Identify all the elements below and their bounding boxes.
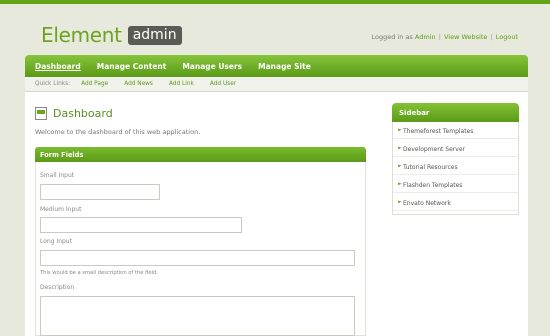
quick-links-bar: Quick Links: Add Page Add News Add Link … [25, 77, 528, 92]
long-input[interactable] [40, 250, 355, 266]
nav-manage-site[interactable]: Manage Site [258, 62, 311, 71]
quick-link-add-link[interactable]: Add Link [169, 81, 194, 87]
arrow-right-icon: ► [398, 145, 402, 151]
quick-link-add-news[interactable]: Add News [124, 81, 153, 87]
sidebar-panel: ► Themeforest Templates ► Development Se… [392, 122, 519, 215]
sidebar-item-tutorial-resources[interactable]: ► Tutorial Resources [393, 158, 518, 175]
sidebar-title: Sidebar [392, 103, 519, 122]
small-input[interactable] [40, 184, 160, 200]
sidebar-item-envato-network[interactable]: ► Envato Network [393, 194, 518, 211]
document-icon [35, 107, 47, 120]
sidebar-item-label: Development Server [403, 146, 465, 153]
nav-manage-content[interactable]: Manage Content [97, 62, 167, 71]
arrow-right-icon: ► [398, 199, 402, 205]
header: Element admin Logged in as Admin | View … [0, 4, 550, 54]
quick-link-add-user[interactable]: Add User [210, 81, 236, 87]
description-textarea[interactable] [40, 296, 355, 336]
sidebar-item-development-server[interactable]: ► Development Server [393, 140, 518, 157]
quick-links-label: Quick Links: [35, 81, 71, 87]
separator: | [438, 33, 441, 41]
arrow-right-icon: ► [398, 163, 402, 169]
form-fields-header: Form Fields [35, 147, 366, 162]
user-bar: Logged in as Admin | View Website | Logo… [372, 33, 518, 41]
arrow-right-icon: ► [398, 127, 402, 133]
long-input-help: This would be a small description of the… [40, 270, 158, 276]
sidebar-item-label: Flashden Templates [403, 182, 463, 189]
small-input-label: Small Input [40, 172, 75, 179]
medium-input-label: Medium Input [40, 206, 82, 213]
medium-input[interactable] [40, 217, 242, 233]
sidebar-item-label: Envato Network [403, 200, 451, 207]
sidebar-item-flashden[interactable]: ► Flashden Templates [393, 176, 518, 193]
view-website-link[interactable]: View Website [444, 33, 487, 41]
arrow-right-icon: ► [398, 181, 402, 187]
nav-manage-users[interactable]: Manage Users [182, 62, 242, 71]
logged-in-label: Logged in as [371, 33, 415, 41]
logout-link[interactable]: Logout [496, 33, 518, 41]
user-link[interactable]: Admin [415, 33, 436, 41]
logo-badge: admin [127, 25, 182, 45]
sidebar-item-label: Tutorial Resources [403, 164, 458, 171]
main-nav: Dashboard Manage Content Manage Users Ma… [25, 55, 528, 77]
separator: | [490, 33, 493, 41]
quick-link-add-page[interactable]: Add Page [81, 81, 108, 87]
description-label: Description [40, 284, 75, 291]
sidebar-item-label: Themeforest Templates [403, 128, 474, 135]
logo[interactable]: Element admin [41, 23, 182, 47]
page-title-text: Dashboard [53, 107, 113, 120]
welcome-text: Welcome to the dashboard of this web app… [35, 128, 201, 136]
long-input-label: Long Input [40, 238, 72, 245]
logo-text: Element [41, 23, 122, 47]
page-title: Dashboard [35, 107, 113, 120]
sidebar-item-themeforest[interactable]: ► Themeforest Templates [393, 122, 518, 139]
nav-dashboard[interactable]: Dashboard [35, 62, 81, 71]
